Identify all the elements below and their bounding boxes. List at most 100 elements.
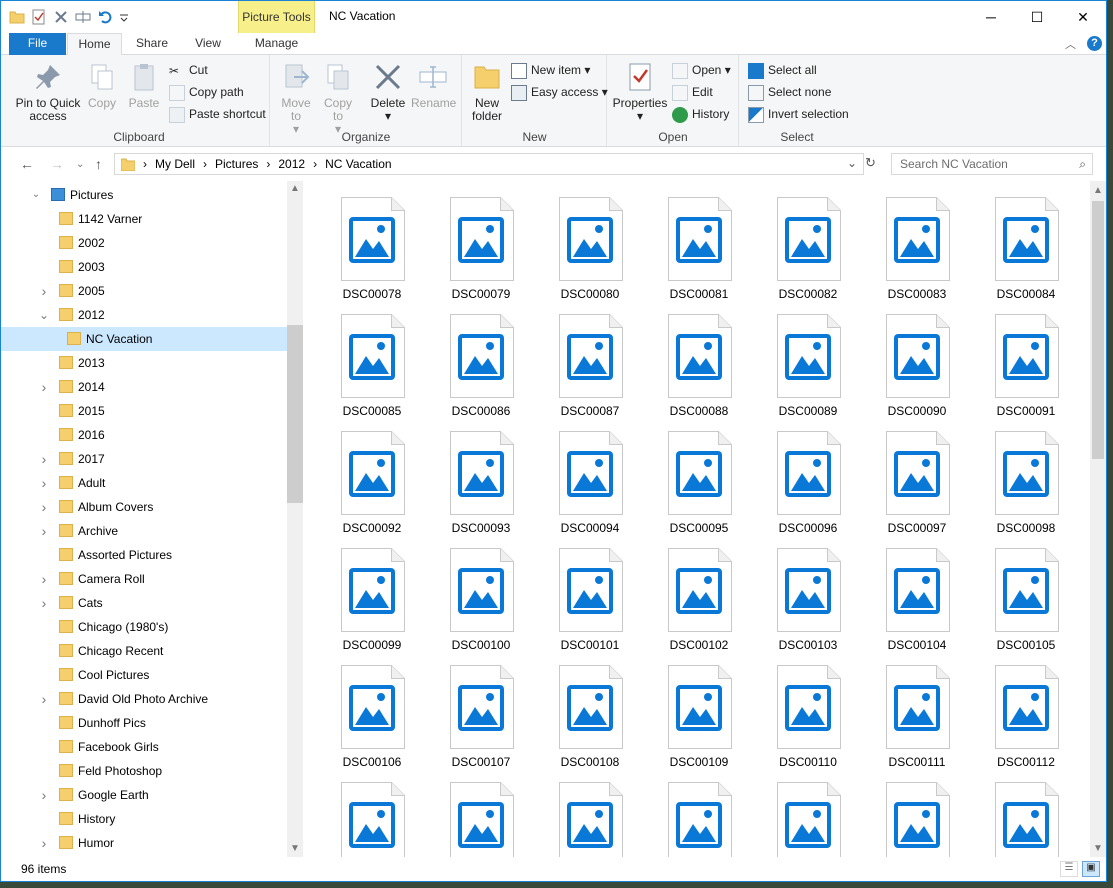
move-to-button[interactable]: Move to ▾: [277, 61, 315, 136]
cut-button[interactable]: ✂ Cut: [169, 60, 208, 80]
file-item[interactable]: DSC00079: [438, 181, 524, 301]
tree-item[interactable]: › Humor: [1, 831, 287, 855]
dropdown-icon[interactable]: [119, 9, 129, 25]
file-item[interactable]: DSC00091: [983, 298, 1069, 418]
tree-item[interactable]: › Google Earth: [1, 783, 287, 807]
tree-item[interactable]: 2016: [1, 423, 287, 447]
file-item[interactable]: DSC00084: [983, 181, 1069, 301]
expand-chevron-icon[interactable]: ›: [38, 567, 50, 591]
tree-item-pictures[interactable]: ⌄ Pictures: [1, 183, 287, 207]
file-item[interactable]: DSC00081: [656, 181, 742, 301]
history-button[interactable]: History: [672, 104, 729, 124]
file-item[interactable]: DSC00110: [765, 649, 851, 769]
file-item[interactable]: DSC00111: [874, 649, 960, 769]
ribbon-collapse-icon[interactable]: ︿: [1065, 36, 1076, 52]
file-item[interactable]: DSC00088: [656, 298, 742, 418]
file-item[interactable]: DSC00090: [874, 298, 960, 418]
new-item-button[interactable]: New item ▾: [511, 60, 590, 80]
collapse-chevron-icon[interactable]: ⌄: [30, 183, 42, 207]
file-item[interactable]: DSC00087: [547, 298, 633, 418]
undo-icon[interactable]: [97, 9, 113, 25]
tree-item[interactable]: › 2014: [1, 375, 287, 399]
large-icons-view-icon[interactable]: ▣: [1082, 861, 1100, 877]
close-button[interactable]: ✕: [1060, 1, 1106, 33]
edit-button[interactable]: Edit: [672, 82, 713, 102]
tab-view[interactable]: View: [182, 33, 234, 55]
breadcrumb-my-dell[interactable]: My Dell: [155, 157, 195, 171]
tree-item[interactable]: 2015: [1, 399, 287, 423]
tree-item[interactable]: › Album Covers: [1, 495, 287, 519]
file-item[interactable]: [329, 766, 415, 857]
rename-icon[interactable]: [75, 9, 91, 25]
tree-item[interactable]: › David Old Photo Archive: [1, 687, 287, 711]
details-view-icon[interactable]: ☰: [1060, 861, 1078, 877]
expand-chevron-icon[interactable]: ›: [38, 447, 50, 471]
file-item[interactable]: [765, 766, 851, 857]
invert-selection-button[interactable]: Invert selection: [748, 104, 849, 124]
tab-share[interactable]: Share: [126, 33, 178, 55]
file-item[interactable]: [547, 766, 633, 857]
delete-button[interactable]: Delete ▾: [367, 61, 409, 123]
tree-item[interactable]: › Archive: [1, 519, 287, 543]
file-item[interactable]: DSC00109: [656, 649, 742, 769]
recent-locations-chevron-icon[interactable]: ⌄: [76, 159, 84, 170]
paste-button[interactable]: Paste: [125, 61, 163, 110]
tab-manage[interactable]: Manage: [238, 33, 315, 55]
open-button[interactable]: Open ▾: [672, 60, 731, 80]
tree-item[interactable]: ⌄ 2012: [1, 303, 287, 327]
scroll-up-arrow-icon[interactable]: ▲: [290, 183, 300, 194]
folder-icon[interactable]: [9, 9, 25, 25]
tree-scrollbar[interactable]: ▲ ▼: [287, 181, 303, 857]
file-item[interactable]: DSC00103: [765, 532, 851, 652]
file-item[interactable]: [656, 766, 742, 857]
content-scroll-down-icon[interactable]: ▼: [1093, 843, 1103, 854]
copy-to-button[interactable]: Copy to ▾: [319, 61, 357, 136]
file-item[interactable]: DSC00104: [874, 532, 960, 652]
tree-item[interactable]: 1142 Varner: [1, 207, 287, 231]
tree-scroll-thumb[interactable]: [287, 325, 303, 503]
back-arrow-icon[interactable]: ←: [20, 156, 34, 172]
delete-x-icon[interactable]: [53, 9, 69, 25]
file-item[interactable]: [874, 766, 960, 857]
expand-chevron-icon[interactable]: ›: [38, 591, 50, 615]
file-item[interactable]: DSC00092: [329, 415, 415, 535]
tree-item[interactable]: › 2017: [1, 447, 287, 471]
tree-item[interactable]: NC Vacation: [1, 327, 287, 351]
tree-item[interactable]: Chicago Recent: [1, 639, 287, 663]
tree-item[interactable]: › Camera Roll: [1, 567, 287, 591]
properties-button[interactable]: Properties ▾: [612, 61, 668, 123]
expand-chevron-icon[interactable]: ›: [38, 495, 50, 519]
tree-item[interactable]: 2013: [1, 351, 287, 375]
tree-item[interactable]: Assorted Pictures: [1, 543, 287, 567]
select-none-button[interactable]: Select none: [748, 82, 831, 102]
expand-chevron-icon[interactable]: ›: [38, 471, 50, 495]
tree-item[interactable]: › Adult: [1, 471, 287, 495]
file-item[interactable]: DSC00082: [765, 181, 851, 301]
copy-button[interactable]: Copy: [83, 61, 121, 110]
file-item[interactable]: DSC00093: [438, 415, 524, 535]
scroll-down-arrow-icon[interactable]: ▼: [290, 843, 300, 854]
search-input[interactable]: Search NC Vacation ⌕: [891, 153, 1093, 175]
file-item[interactable]: DSC00108: [547, 649, 633, 769]
file-item[interactable]: DSC00105: [983, 532, 1069, 652]
tree-item[interactable]: › 2005: [1, 279, 287, 303]
tree-item[interactable]: Cool Pictures: [1, 663, 287, 687]
file-item[interactable]: DSC00089: [765, 298, 851, 418]
expand-chevron-icon[interactable]: ›: [38, 783, 50, 807]
breadcrumb-nc-vacation[interactable]: NC Vacation: [325, 157, 391, 171]
tab-home[interactable]: Home: [67, 33, 122, 56]
tree-item[interactable]: › Cats: [1, 591, 287, 615]
file-item[interactable]: DSC00083: [874, 181, 960, 301]
file-item[interactable]: DSC00101: [547, 532, 633, 652]
copy-path-button[interactable]: Copy path: [169, 82, 244, 102]
forward-arrow-icon[interactable]: →: [50, 156, 64, 172]
file-item[interactable]: DSC00078: [329, 181, 415, 301]
new-folder-button[interactable]: New folder: [467, 61, 507, 123]
expand-chevron-icon[interactable]: ›: [38, 519, 50, 543]
expand-chevron-icon[interactable]: ›: [38, 375, 50, 399]
address-bar[interactable]: › My Dell › Pictures › 2012 › NC Vacatio…: [114, 153, 864, 175]
file-item[interactable]: DSC00097: [874, 415, 960, 535]
help-icon[interactable]: ?: [1087, 36, 1102, 51]
file-item[interactable]: [438, 766, 524, 857]
pin-quick-access-button[interactable]: Pin to Quick access: [13, 61, 83, 123]
